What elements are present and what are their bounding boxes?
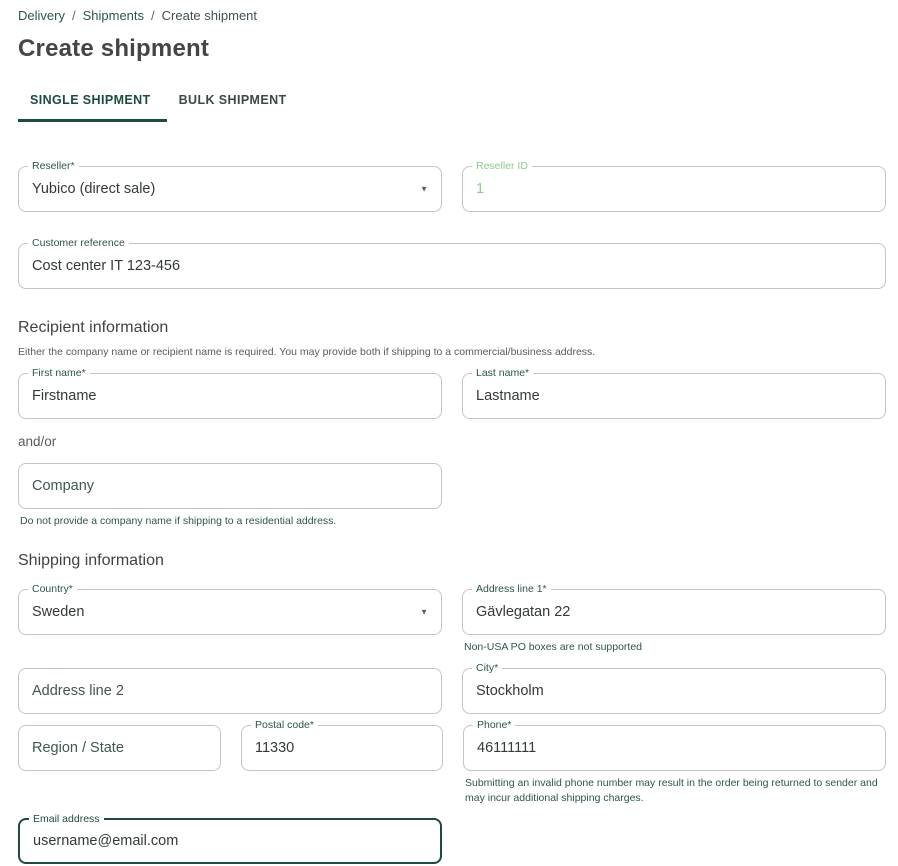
first-name-field: First name* [18, 373, 442, 419]
last-name-input[interactable] [463, 388, 885, 404]
region-state-input[interactable] [19, 740, 220, 756]
customer-reference-field: Customer reference [18, 243, 886, 289]
last-name-field: Last name* [462, 373, 886, 419]
recipient-section-header: Recipient information Either the company… [18, 319, 886, 358]
breadcrumb-separator: / [151, 8, 155, 23]
chevron-down-icon: ▼ [420, 608, 428, 617]
company-input[interactable] [19, 478, 441, 494]
company-helper: Do not provide a company name if shippin… [20, 514, 442, 529]
email-label: Email address [29, 813, 104, 826]
phone-input[interactable] [464, 740, 885, 756]
create-shipment-form: Reseller* Yubico (direct sale) ▼ Reselle… [18, 166, 886, 864]
city-input[interactable] [463, 683, 885, 699]
chevron-down-icon: ▼ [420, 185, 428, 194]
create-shipment-page: Delivery / Shipments / Create shipment C… [0, 0, 898, 864]
page-title: Create shipment [18, 35, 886, 63]
address-line-1-input[interactable] [463, 604, 885, 620]
email-input[interactable] [20, 833, 440, 849]
city-label: City* [472, 662, 502, 675]
country-value: Sweden [19, 604, 84, 620]
reseller-select[interactable]: Reseller* Yubico (direct sale) ▼ [18, 166, 442, 212]
first-name-input[interactable] [19, 388, 441, 404]
address-line-1-label: Address line 1* [472, 583, 551, 596]
country-label: Country* [28, 583, 77, 596]
country-select[interactable]: Country* Sweden ▼ [18, 589, 442, 635]
recipient-section-helper: Either the company name or recipient nam… [18, 346, 886, 358]
breadcrumb-link-shipments[interactable]: Shipments [83, 8, 144, 23]
first-name-label: First name* [28, 367, 90, 380]
customer-reference-label: Customer reference [28, 237, 129, 250]
recipient-section-title: Recipient information [18, 319, 886, 337]
address-line-1-field: Address line 1* [462, 589, 886, 635]
reseller-id-field: Reseller ID 1 [462, 166, 886, 212]
city-field: City* [462, 668, 886, 714]
address-line-2-input[interactable] [19, 683, 441, 699]
phone-label: Phone* [473, 719, 515, 732]
shipment-tabs: SINGLE SHIPMENT BULK SHIPMENT [18, 93, 886, 122]
region-state-field [18, 725, 221, 771]
breadcrumb: Delivery / Shipments / Create shipment [18, 8, 886, 23]
breadcrumb-separator: / [72, 8, 76, 23]
phone-field: Phone* [463, 725, 886, 771]
postal-code-label: Postal code* [251, 719, 318, 732]
tab-bulk-shipment[interactable]: BULK SHIPMENT [167, 93, 303, 122]
tab-single-shipment[interactable]: SINGLE SHIPMENT [18, 93, 167, 122]
customer-reference-input[interactable] [19, 258, 885, 274]
address-line-1-helper: Non-USA PO boxes are not supported [464, 640, 886, 655]
phone-helper: Submitting an invalid phone number may r… [465, 776, 886, 806]
company-field [18, 463, 442, 509]
last-name-label: Last name* [472, 367, 533, 380]
postal-code-field: Postal code* [241, 725, 443, 771]
shipping-section-header: Shipping information [18, 552, 886, 570]
shipping-section-title: Shipping information [18, 552, 886, 570]
reseller-id-label: Reseller ID [472, 160, 532, 173]
reseller-value: Yubico (direct sale) [19, 181, 155, 197]
and-or-text: and/or [18, 434, 886, 449]
postal-code-input[interactable] [242, 740, 442, 756]
address-line-2-field [18, 668, 442, 714]
breadcrumb-link-delivery[interactable]: Delivery [18, 8, 65, 23]
breadcrumb-current: Create shipment [162, 8, 257, 23]
reseller-id-value: 1 [463, 181, 484, 197]
email-field: Email address [18, 818, 442, 864]
reseller-label: Reseller* [28, 160, 79, 173]
